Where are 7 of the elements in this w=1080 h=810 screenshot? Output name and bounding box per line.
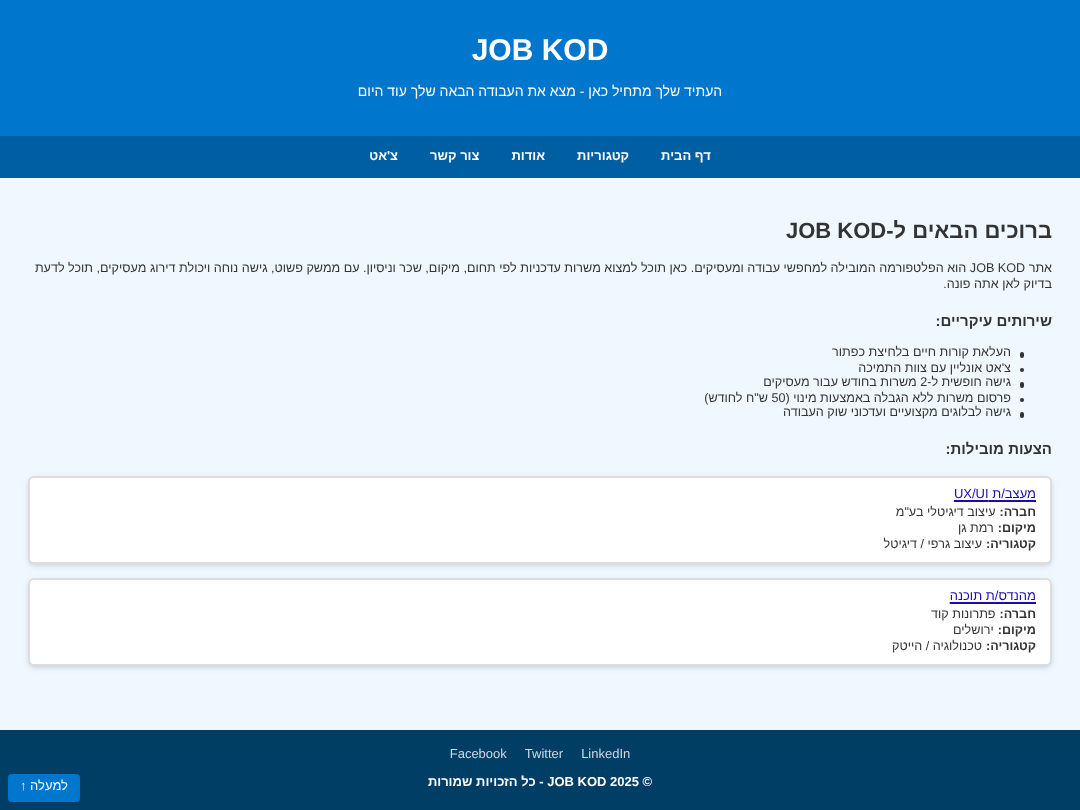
bullet-icon bbox=[1019, 412, 1024, 417]
bullet-icon bbox=[1019, 382, 1024, 387]
bullet-icon bbox=[1019, 367, 1024, 372]
site-title: JOB KOD bbox=[471, 36, 609, 66]
welcome-heading: ברוכים הבאים ל-JOB KOD bbox=[784, 222, 1052, 244]
bullet-icon bbox=[1019, 352, 1024, 357]
bullet-icon bbox=[1019, 397, 1024, 402]
